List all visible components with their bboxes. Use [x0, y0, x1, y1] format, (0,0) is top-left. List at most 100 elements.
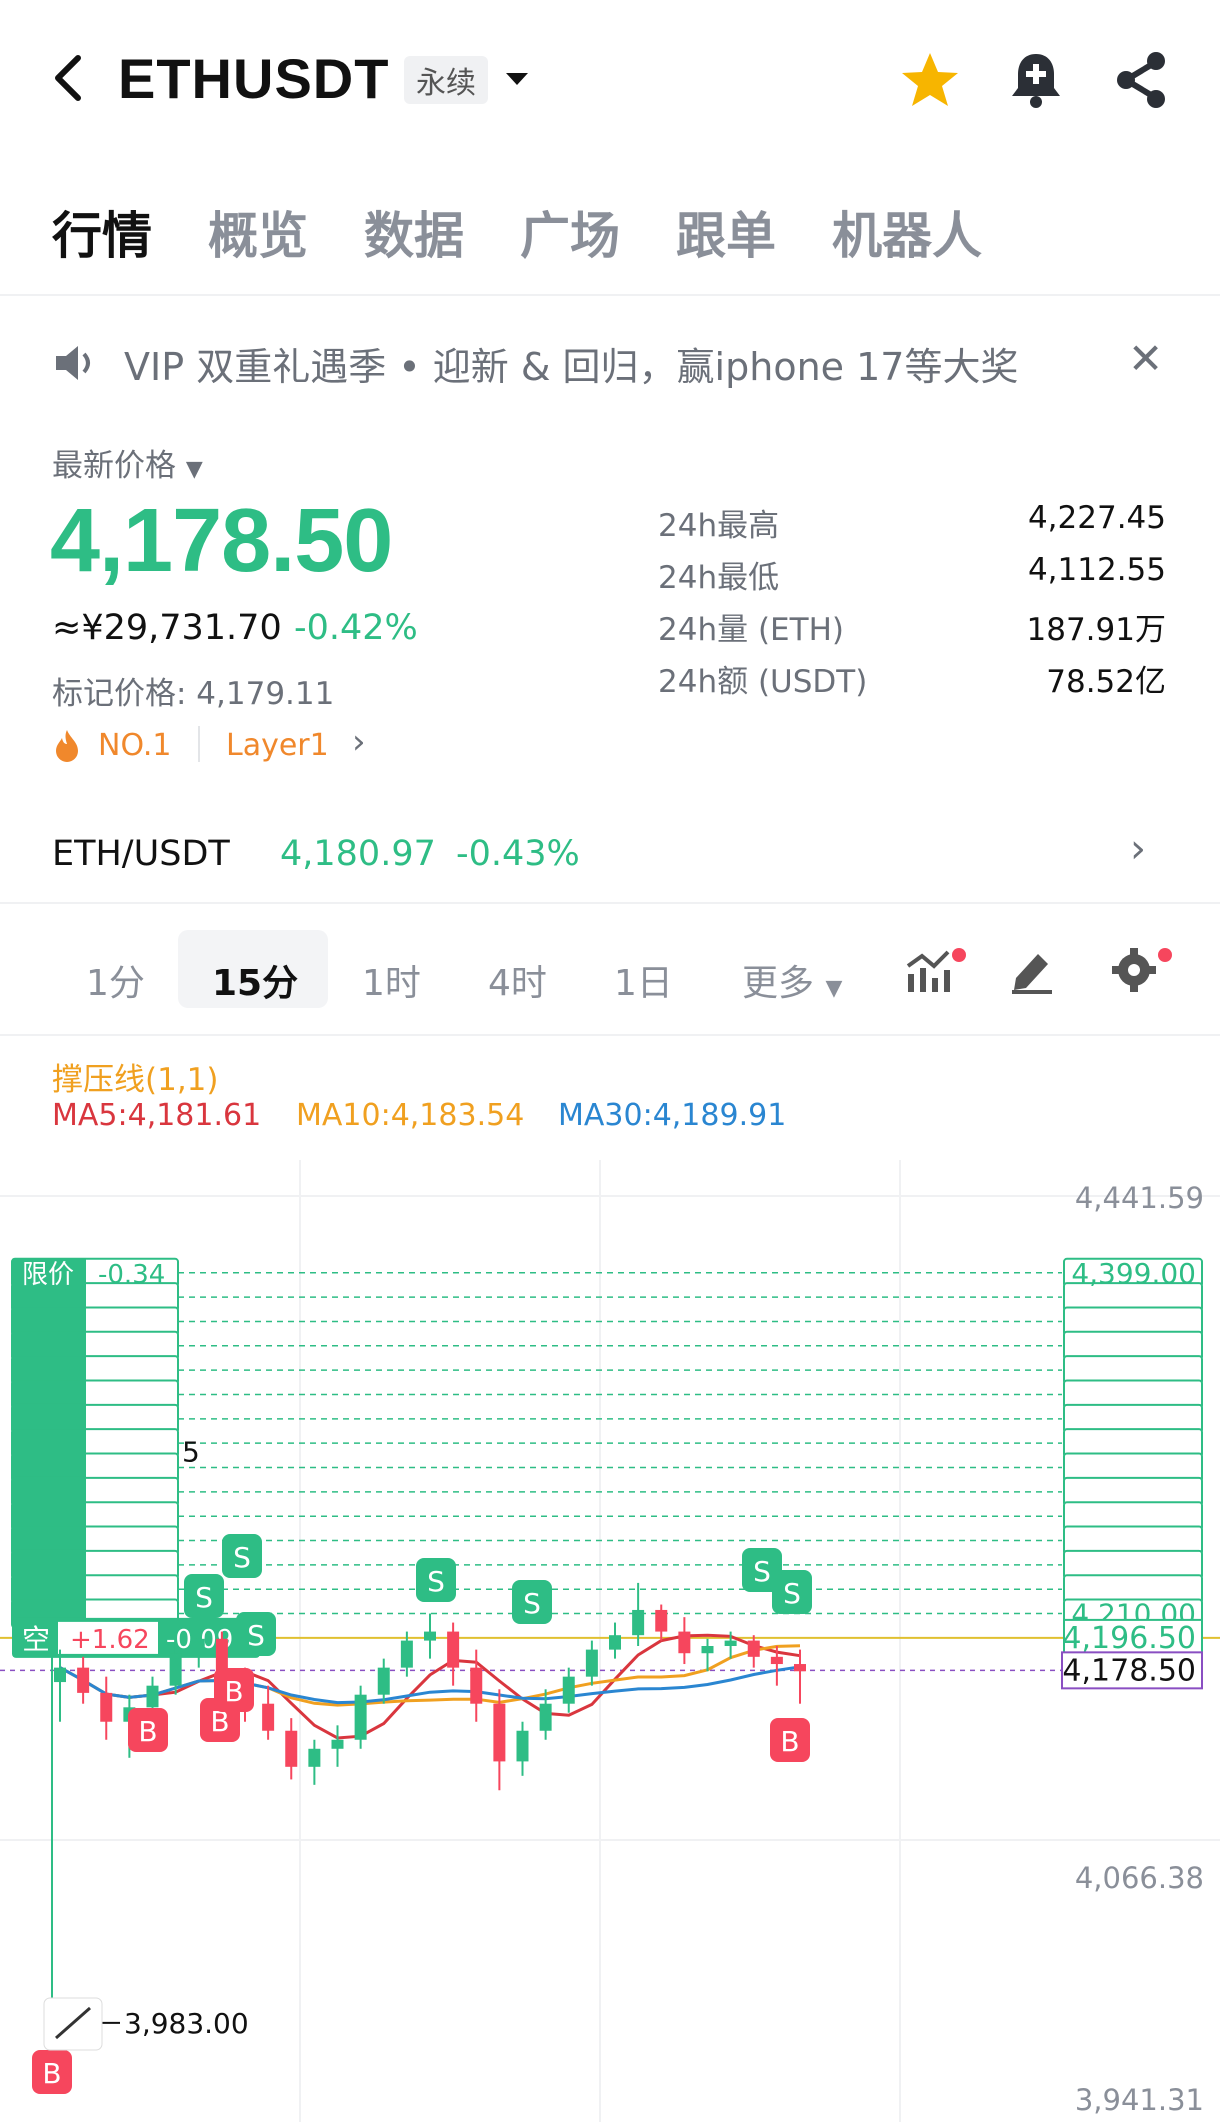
stat-value-turnover: 78.52亿	[1046, 664, 1166, 700]
candle-body	[794, 1664, 806, 1672]
bell-plus-icon	[1012, 54, 1060, 108]
notification-dot	[1158, 948, 1172, 962]
tab-overview[interactable]: 概览	[208, 196, 308, 268]
candle-body	[655, 1609, 668, 1632]
tab-market[interactable]: 行情	[52, 196, 152, 268]
spot-market-row[interactable]: ETH/USDT 4,180.97 -0.43% ›	[0, 800, 1220, 900]
sector-tag[interactable]: Layer1	[226, 728, 329, 763]
timeframe-4h[interactable]: 4时	[488, 954, 547, 1006]
spot-divider	[0, 902, 1220, 904]
y-axis-tick: 4,066.38	[1075, 1861, 1204, 1895]
candle-body	[770, 1656, 783, 1665]
rank-tag[interactable]: NO.1	[98, 728, 171, 763]
cny-price: ≈¥29,731.70	[52, 608, 282, 648]
y-axis-tick: 3,941.31	[1075, 2083, 1204, 2117]
position-side: 空	[22, 1623, 50, 1656]
more-label: 更多	[742, 963, 815, 1004]
candle-body	[400, 1640, 413, 1668]
candle-body	[447, 1631, 460, 1668]
last-price-label: 4,178.50	[1062, 1653, 1196, 1688]
drawing-tool-button[interactable]	[1006, 944, 1058, 996]
candle-body	[54, 1667, 66, 1683]
last-price: 4,178.50	[50, 491, 393, 591]
buy-marker-letter: B	[138, 1715, 157, 1748]
candle-body	[609, 1635, 621, 1650]
caret-down-icon: ▼	[185, 457, 203, 482]
candle-body	[632, 1609, 645, 1636]
ma5-legend: MA5:4,181.61	[52, 1098, 262, 1133]
sell-marker-letter: S	[753, 1555, 771, 1588]
favorite-button[interactable]	[898, 48, 962, 112]
tab-square[interactable]: 广场	[520, 196, 620, 268]
spot-price: 4,180.97	[280, 834, 436, 874]
chevron-left-icon	[55, 55, 81, 101]
candle-body	[377, 1667, 390, 1695]
candle-body	[331, 1739, 344, 1749]
timeframe-1m[interactable]: 1分	[86, 954, 145, 1006]
order-value-label: -0.34	[98, 1260, 165, 1290]
tag-separator	[198, 726, 200, 762]
tab-data[interactable]: 数据	[364, 196, 464, 268]
gear-icon	[1112, 948, 1156, 992]
low-marker-label: 3,983.00	[124, 2007, 249, 2040]
partial-label: 5	[182, 1435, 200, 1468]
tab-bots[interactable]: 机器人	[832, 196, 982, 268]
stat-label-volume: 24h量 (ETH)	[658, 612, 844, 648]
latest-price-selector[interactable]: 最新价格 ▼	[52, 440, 203, 485]
candle-body	[262, 1703, 275, 1731]
tabs-divider	[0, 294, 1220, 296]
position-price-label: 4,196.50	[1062, 1621, 1196, 1656]
candle-body	[701, 1646, 714, 1654]
ma10-legend: MA10:4,183.54	[296, 1098, 525, 1133]
candle-body	[169, 1653, 182, 1686]
candle-body	[354, 1694, 367, 1740]
close-icon[interactable]: ✕	[1128, 334, 1163, 383]
symbol-dropdown-button[interactable]	[504, 62, 530, 97]
pencil-icon	[1012, 954, 1052, 994]
stat-value-low: 4,112.55	[1027, 552, 1166, 588]
candle-body	[747, 1640, 760, 1657]
timeframe-1d[interactable]: 1日	[614, 954, 673, 1006]
sell-marker-letter: S	[195, 1581, 213, 1614]
timeframe-1h[interactable]: 1时	[362, 954, 421, 1006]
share-icon	[1117, 52, 1165, 108]
symbol-title[interactable]: ETHUSDT	[118, 46, 389, 111]
kline-chart[interactable]: 4,399.004,210.00限价-0.3454,196.50空+1.62-0…	[0, 1160, 1220, 2122]
caret-down-icon: ▼	[825, 976, 843, 1001]
price-change-percent: -0.42%	[294, 608, 418, 648]
indicators-button[interactable]	[904, 944, 956, 996]
spot-change: -0.43%	[456, 834, 580, 874]
star-icon	[902, 53, 958, 106]
stat-label-high: 24h最高	[658, 508, 780, 544]
support-resistance-label[interactable]: 撑压线(1,1)	[52, 1054, 219, 1099]
sell-marker-letter: S	[523, 1587, 541, 1620]
chevron-right-icon[interactable]: ›	[352, 722, 366, 762]
sell-marker-letter: S	[427, 1565, 445, 1598]
timeframe-more[interactable]: 更多 ▼	[742, 954, 842, 1006]
tab-copy-trading[interactable]: 跟单	[676, 196, 776, 268]
order-price-label: 4,399.00	[1071, 1257, 1196, 1290]
indicator-chart-icon	[906, 950, 950, 992]
stat-label-low: 24h最低	[658, 560, 780, 596]
chevron-right-icon: ›	[1130, 826, 1146, 872]
timeframe-15m[interactable]: 15分	[212, 954, 298, 1006]
candle-body	[724, 1640, 737, 1647]
chart-settings-button[interactable]	[1108, 944, 1160, 996]
share-button[interactable]	[1110, 48, 1174, 112]
candle-body	[308, 1748, 321, 1767]
caret-down-icon	[506, 73, 528, 85]
price-alert-button[interactable]	[1004, 48, 1068, 112]
buy-marker-letter: B	[224, 1675, 243, 1708]
position-pnl: +1.62	[70, 1625, 150, 1655]
candle-body	[539, 1703, 552, 1731]
announcement-text[interactable]: VIP 双重礼遇季 • 迎新 & 回归，赢iphone 17等大奖	[124, 336, 1018, 391]
candle-body	[424, 1631, 436, 1641]
y-axis-tick: 4,441.59	[1075, 1181, 1204, 1215]
buy-marker-letter: B	[42, 2057, 61, 2090]
latest-price-label: 最新价格	[52, 448, 176, 484]
candle-body	[470, 1667, 483, 1704]
candle-body	[516, 1730, 529, 1762]
back-button[interactable]	[50, 50, 90, 110]
candle-body	[77, 1667, 90, 1693]
speaker-icon	[52, 340, 98, 386]
